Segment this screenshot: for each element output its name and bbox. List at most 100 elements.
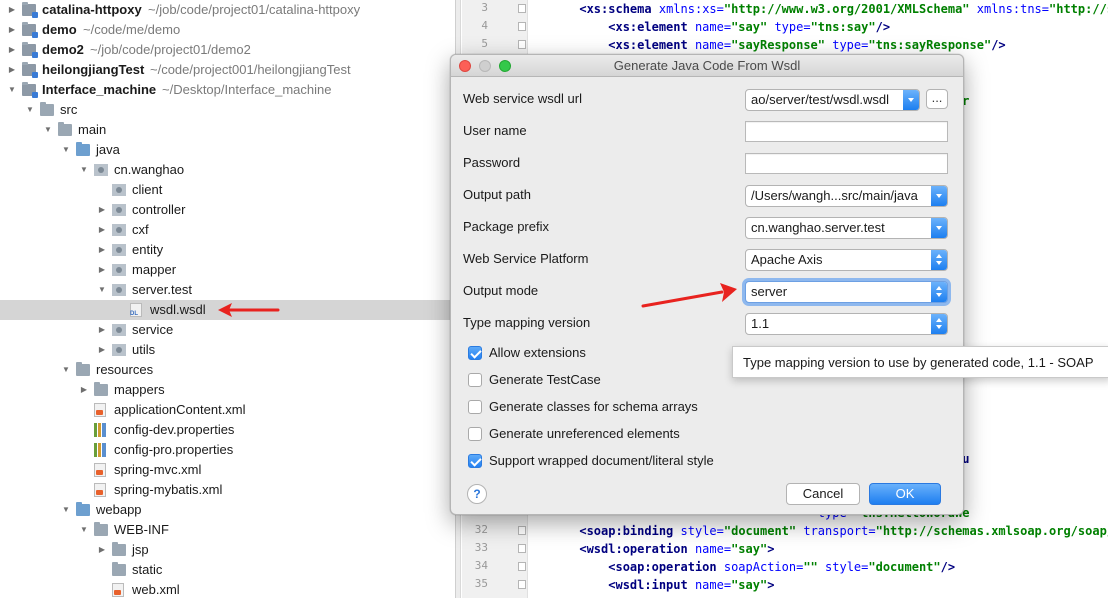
fold-marker-icon[interactable]: [518, 40, 526, 49]
option-checkbox[interactable]: [468, 373, 482, 387]
expanded-arrow-icon[interactable]: ▼: [60, 360, 72, 380]
fold-marker-icon[interactable]: [518, 544, 526, 553]
tree-item[interactable]: ▶ demo2 ~/job/code/project01/demo2: [0, 40, 455, 60]
chevron-down-icon[interactable]: [903, 90, 919, 110]
fold-marker-icon[interactable]: [518, 22, 526, 31]
expanded-arrow-icon[interactable]: ▼: [78, 160, 90, 180]
collapsed-arrow-icon[interactable]: ▶: [96, 260, 108, 280]
expanded-arrow-icon[interactable]: ▼: [6, 80, 18, 100]
option-checkbox-label[interactable]: Support wrapped document/literal style: [489, 453, 714, 468]
tree-item-label: spring-mvc.xml: [114, 462, 202, 477]
tree-item[interactable]: ▶ demo ~/code/me/demo: [0, 20, 455, 40]
expanded-arrow-icon[interactable]: ▼: [96, 280, 108, 300]
option-checkbox-label[interactable]: Generate unreferenced elements: [489, 426, 680, 441]
cancel-button[interactable]: Cancel: [786, 483, 860, 505]
tree-item[interactable]: ▶ catalina-httpoxy ~/job/code/project01/ca…: [0, 0, 455, 20]
fold-marker-icon[interactable]: [518, 580, 526, 589]
tree-item[interactable]: config-dev.properties: [0, 420, 455, 440]
option-checkbox[interactable]: [468, 346, 482, 360]
option-checkbox-label[interactable]: Allow extensions: [489, 345, 586, 360]
up-down-chevron-icon[interactable]: [931, 250, 947, 270]
tree-item[interactable]: ▶ service: [0, 320, 455, 340]
collapsed-arrow-icon[interactable]: ▶: [6, 20, 18, 40]
option-checkbox-label[interactable]: Generate TestCase: [489, 372, 601, 387]
tree-item[interactable]: spring-mybatis.xml: [0, 480, 455, 500]
ok-button[interactable]: OK: [869, 483, 941, 505]
code-token: "sayResponse": [731, 38, 833, 52]
tree-item[interactable]: client: [0, 180, 455, 200]
line-number: 4: [481, 19, 488, 32]
tree-item[interactable]: spring-mvc.xml: [0, 460, 455, 480]
tree-item[interactable]: ▶ heilongjiangTest ~/code/project001/heilo…: [0, 60, 455, 80]
collapsed-arrow-icon[interactable]: ▶: [96, 240, 108, 260]
tree-item[interactable]: ▶ entity: [0, 240, 455, 260]
tree-item[interactable]: ▶ mappers: [0, 380, 455, 400]
output-mode-label: Output mode: [463, 283, 539, 298]
option-checkbox[interactable]: [468, 454, 482, 468]
code-token: xmlns:tns=: [976, 2, 1049, 16]
option-checkbox-label[interactable]: Generate classes for schema arrays: [489, 399, 698, 414]
tree-item-label: config-pro.properties: [114, 442, 234, 457]
password-field[interactable]: [745, 153, 948, 174]
expanded-arrow-icon[interactable]: ▼: [24, 100, 36, 120]
collapsed-arrow-icon[interactable]: ▶: [96, 320, 108, 340]
tree-item[interactable]: applicationContent.xml: [0, 400, 455, 420]
folder-icon: [112, 542, 126, 556]
package-prefix-combo[interactable]: cn.wanghao.server.test: [745, 217, 948, 239]
line-number: 33: [474, 541, 488, 554]
up-down-chevron-icon[interactable]: [931, 282, 947, 302]
tree-item[interactable]: ▼ WEB-INF: [0, 520, 455, 540]
folder-icon: [94, 522, 108, 536]
tree-item[interactable]: ▼ webapp: [0, 500, 455, 520]
expanded-arrow-icon[interactable]: ▼: [60, 140, 72, 160]
collapsed-arrow-icon[interactable]: ▶: [6, 40, 18, 60]
collapsed-arrow-icon[interactable]: ▶: [6, 0, 18, 20]
option-checkbox[interactable]: [468, 427, 482, 441]
collapsed-arrow-icon[interactable]: ▶: [96, 200, 108, 220]
folder-icon: [40, 102, 54, 116]
expanded-arrow-icon[interactable]: ▼: [60, 500, 72, 520]
code-token: name=: [694, 20, 732, 34]
collapsed-arrow-icon[interactable]: ▶: [96, 540, 108, 560]
user-name-field[interactable]: [745, 121, 948, 142]
xml-file-icon: [112, 583, 124, 597]
dialog-titlebar[interactable]: Generate Java Code From Wsdl: [451, 55, 963, 77]
tree-item[interactable]: ▶ cxf: [0, 220, 455, 240]
up-down-chevron-icon[interactable]: [931, 314, 947, 334]
help-icon[interactable]: ?: [467, 484, 487, 504]
tree-item[interactable]: ▶ controller: [0, 200, 455, 220]
collapsed-arrow-icon[interactable]: ▶: [78, 380, 90, 400]
tree-item[interactable]: ▼ server.test: [0, 280, 455, 300]
output-path-combo[interactable]: /Users/wangh...src/main/java: [745, 185, 948, 207]
tree-item[interactable]: ▼ resources: [0, 360, 455, 380]
fold-marker-icon[interactable]: [518, 4, 526, 13]
tree-item[interactable]: ▼ cn.wanghao: [0, 160, 455, 180]
expanded-arrow-icon[interactable]: ▼: [42, 120, 54, 140]
tree-item[interactable]: ▶ mapper: [0, 260, 455, 280]
tree-item[interactable]: ▼ java: [0, 140, 455, 160]
tree-item[interactable]: web.xml: [0, 580, 455, 598]
expanded-arrow-icon[interactable]: ▼: [78, 520, 90, 540]
tooltip-text: Type mapping version to use by generated…: [743, 355, 1094, 370]
chevron-down-icon[interactable]: [931, 186, 947, 206]
tree-item[interactable]: ▶ utils: [0, 340, 455, 360]
tree-item[interactable]: ▼ Interface_machine ~/Desktop/Interface_ma…: [0, 80, 455, 100]
fold-marker-icon[interactable]: [518, 562, 526, 571]
browse-button[interactable]: ...: [926, 89, 948, 109]
tree-item[interactable]: ▼ src: [0, 100, 455, 120]
tree-item[interactable]: ▼ main: [0, 120, 455, 140]
output-mode-select[interactable]: server: [745, 281, 948, 303]
tree-item[interactable]: ▶ jsp: [0, 540, 455, 560]
wsdl-url-combo[interactable]: ao/server/test/wsdl.wsdl: [745, 89, 920, 111]
tree-item[interactable]: static: [0, 560, 455, 580]
fold-marker-icon[interactable]: [518, 526, 526, 535]
tree-item[interactable]: config-pro.properties: [0, 440, 455, 460]
collapsed-arrow-icon[interactable]: ▶: [6, 60, 18, 80]
platform-select[interactable]: Apache Axis: [745, 249, 948, 271]
collapsed-arrow-icon[interactable]: ▶: [96, 220, 108, 240]
collapsed-arrow-icon[interactable]: ▶: [96, 340, 108, 360]
properties-file-icon: [94, 443, 106, 457]
type-mapping-select[interactable]: 1.1: [745, 313, 948, 335]
option-checkbox[interactable]: [468, 400, 482, 414]
chevron-down-icon[interactable]: [931, 218, 947, 238]
